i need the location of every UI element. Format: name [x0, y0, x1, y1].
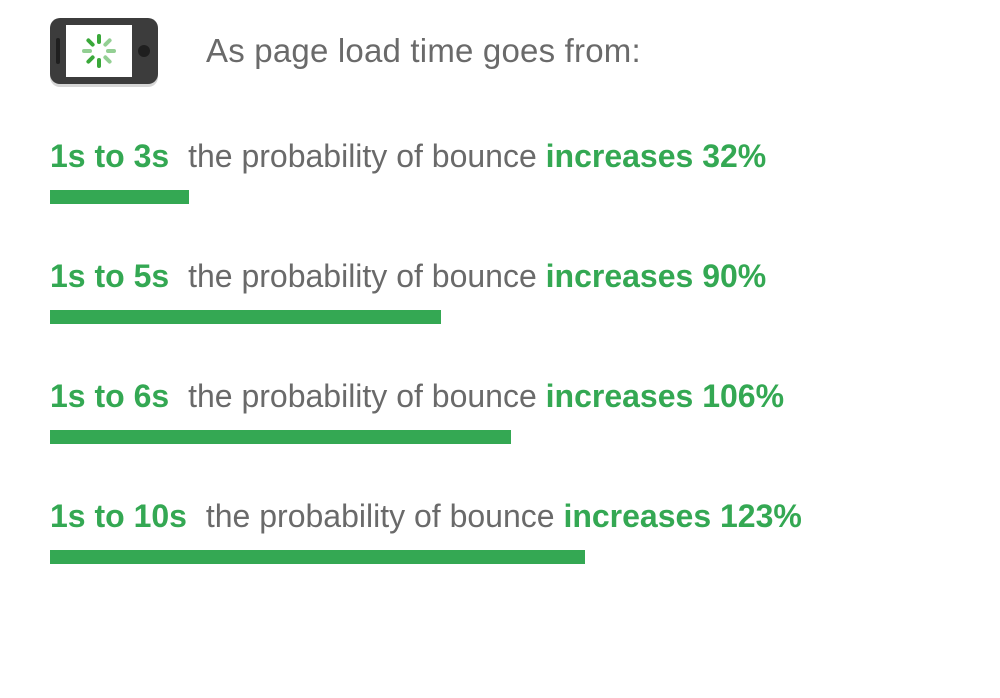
infographic-container: As page load time goes from: 1s to 3s th… — [0, 0, 1000, 646]
stat-row: 1s to 6s the probability of bounce incre… — [50, 376, 950, 444]
increase-phrase: increases 123% — [563, 498, 801, 534]
header-title: As page load time goes from: — [206, 32, 641, 70]
bar-fill — [50, 310, 441, 324]
bar-track — [50, 550, 950, 564]
increase-phrase: increases 106% — [546, 378, 784, 414]
probability-text: the probability of bounce — [188, 138, 537, 174]
bar-fill — [50, 190, 189, 204]
phone-home-button — [138, 45, 150, 57]
bar-track — [50, 190, 950, 204]
stat-line: 1s to 10s the probability of bounce incr… — [50, 496, 950, 536]
loading-spinner-icon — [82, 34, 116, 68]
stat-row: 1s to 5s the probability of bounce incre… — [50, 256, 950, 324]
increase-word: increases — [563, 498, 711, 534]
load-time-range: 1s to 10s — [50, 498, 187, 534]
bar-track — [50, 430, 950, 444]
header: As page load time goes from: — [50, 18, 950, 84]
stat-line: 1s to 6s the probability of bounce incre… — [50, 376, 950, 416]
bar-fill — [50, 430, 511, 444]
stat-row: 1s to 3s the probability of bounce incre… — [50, 136, 950, 204]
phone-screen — [66, 25, 132, 77]
probability-text: the probability of bounce — [188, 258, 537, 294]
stat-line: 1s to 5s the probability of bounce incre… — [50, 256, 950, 296]
bar-fill — [50, 550, 585, 564]
load-time-range: 1s to 6s — [50, 378, 169, 414]
stat-row: 1s to 10s the probability of bounce incr… — [50, 496, 950, 564]
stat-line: 1s to 3s the probability of bounce incre… — [50, 136, 950, 176]
load-time-range: 1s to 5s — [50, 258, 169, 294]
probability-text: the probability of bounce — [188, 378, 537, 414]
increase-word: increases — [546, 138, 694, 174]
increase-phrase: increases 32% — [546, 138, 767, 174]
phone-loading-icon — [50, 18, 158, 84]
increase-pct: 106% — [702, 378, 784, 414]
rows-container: 1s to 3s the probability of bounce incre… — [50, 136, 950, 564]
load-time-range: 1s to 3s — [50, 138, 169, 174]
increase-pct: 123% — [720, 498, 802, 534]
increase-word: increases — [546, 378, 694, 414]
increase-word: increases — [546, 258, 694, 294]
phone-speaker — [56, 38, 60, 64]
probability-text: the probability of bounce — [206, 498, 555, 534]
increase-pct: 90% — [702, 258, 766, 294]
increase-pct: 32% — [702, 138, 766, 174]
increase-phrase: increases 90% — [546, 258, 767, 294]
bar-track — [50, 310, 950, 324]
